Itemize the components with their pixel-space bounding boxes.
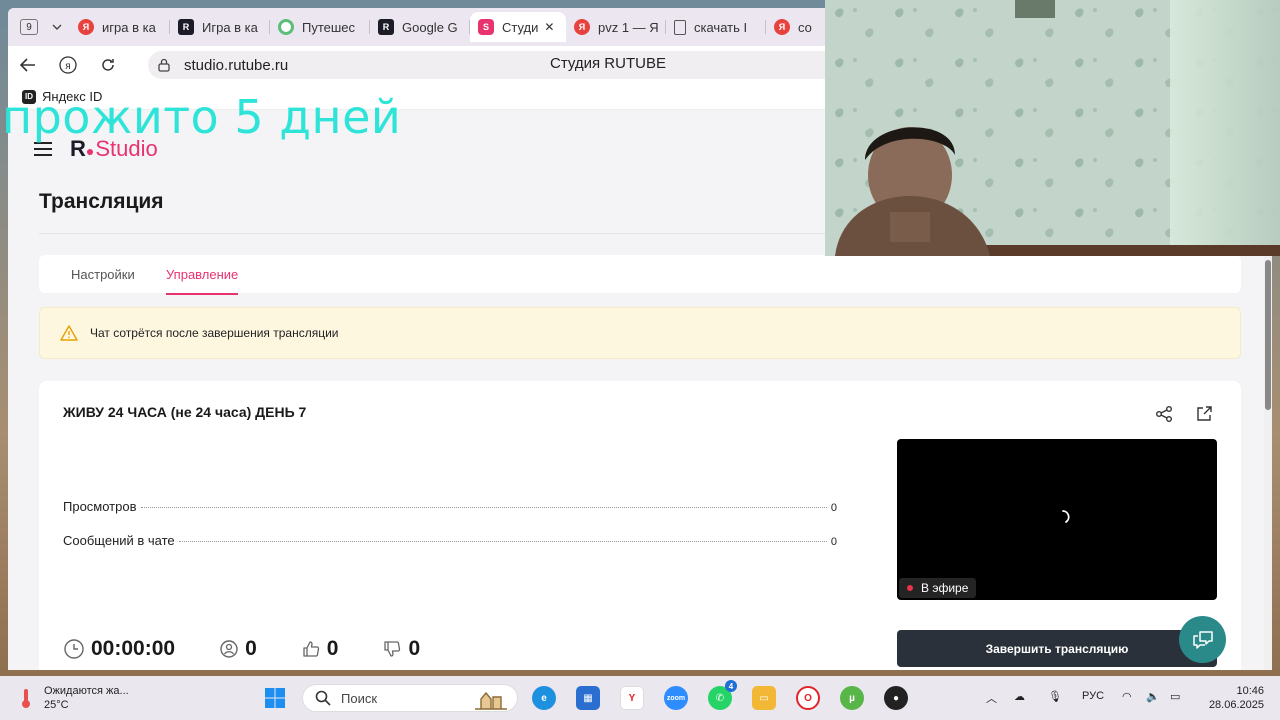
system-clock[interactable]: 10:46 28.06.2025: [1204, 684, 1264, 712]
windows-start-icon[interactable]: [264, 687, 286, 709]
url-text: studio.rutube.ru: [184, 56, 289, 74]
edge-app-icon[interactable]: e: [532, 686, 556, 710]
reload-icon: [102, 59, 114, 71]
clock-time: 10:46: [1236, 685, 1264, 697]
yandex-icon: Я: [774, 19, 790, 35]
yandex-browser-app-icon[interactable]: Y: [620, 686, 644, 710]
whatsapp-app-icon[interactable]: ✆ 4: [708, 680, 737, 710]
stat-views: Просмотров 0: [63, 499, 837, 514]
svg-text:я: я: [65, 61, 70, 72]
stream-card: ЖИВУ 24 ЧАСА (не 24 часа) ДЕНЬ 7 Просмот…: [39, 381, 1241, 670]
search-placeholder: Поиск: [341, 690, 378, 706]
video-player[interactable]: В эфире: [897, 439, 1217, 600]
notice-text: Чат сотрётся после завершения трансляции: [90, 326, 339, 340]
support-chat-button[interactable]: [1179, 616, 1226, 663]
chat-bubbles-icon: [1192, 630, 1213, 649]
live-badge: В эфире: [899, 578, 977, 598]
back-button[interactable]: [8, 46, 48, 84]
chat-notice: Чат сотрётся после завершения трансляции: [39, 307, 1241, 359]
tab-counter-button[interactable]: 9: [14, 15, 44, 39]
thumbs-down-icon: [384, 641, 401, 657]
notification-badge: 4: [725, 680, 737, 692]
opera-app-icon[interactable]: O: [796, 686, 820, 710]
arrow-left-icon: [20, 58, 35, 72]
tab-management[interactable]: Управление: [166, 267, 239, 295]
tab-count: 9: [20, 19, 38, 35]
browser-tab-3[interactable]: Путешес: [270, 12, 370, 42]
browser-tab-active[interactable]: S Студи ✕: [470, 12, 566, 42]
thermometer-icon: [22, 689, 30, 708]
browser-tab-4[interactable]: R Google G: [370, 12, 470, 42]
travel-icon: [278, 19, 294, 35]
menu-icon[interactable]: [34, 142, 52, 156]
stream-title: ЖИВУ 24 ЧАСА (не 24 часа) ДЕНЬ 7: [63, 404, 307, 420]
weather-temperature: 25°C: [44, 699, 69, 711]
share-icon[interactable]: [1155, 405, 1173, 423]
volume-icon[interactable]: 🔈: [1146, 690, 1160, 703]
loading-spinner-icon: [1062, 510, 1070, 523]
open-external-icon[interactable]: [1196, 405, 1213, 422]
rutube-icon: R: [178, 19, 194, 35]
stream-metrics: 00:00:00 0 0 0: [63, 637, 464, 661]
dislikes-count: 0: [382, 637, 420, 661]
wifi-icon[interactable]: ◠: [1122, 690, 1132, 703]
clock-date: 28.06.2025: [1208, 699, 1264, 711]
reload-button[interactable]: [88, 46, 128, 84]
tab-list-dropdown[interactable]: [44, 15, 70, 39]
stat-value: 0: [830, 502, 837, 514]
thumbs-up-icon: [303, 641, 319, 657]
close-tab-icon[interactable]: ✕: [544, 20, 554, 34]
webcam-feed-image: [825, 0, 1280, 256]
page-title-in-address: Студия RUTUBE: [550, 55, 666, 72]
battery-icon[interactable]: ▭: [1170, 690, 1180, 703]
rutube-icon: R: [378, 19, 394, 35]
browser-tab-2[interactable]: R Игра в ка: [170, 12, 270, 42]
likes-count: 0: [301, 637, 338, 661]
tray-app-icon[interactable]: ☁: [1014, 690, 1025, 703]
windows-taskbar: Ожидаются жа... 25°C Поиск e ▦ Y zoom ✆ 4…: [0, 676, 1280, 720]
document-icon: [674, 19, 686, 35]
page-title: Трансляция: [39, 190, 164, 213]
utorrent-app-icon[interactable]: µ: [840, 686, 864, 710]
tray-expand-icon[interactable]: ︿: [986, 690, 997, 706]
yandex-logo-icon: я: [59, 56, 77, 74]
obs-app-icon[interactable]: ●: [884, 686, 908, 710]
rutube-studio-icon: S: [478, 19, 494, 35]
weather-widget[interactable]: Ожидаются жа... 25°C: [18, 684, 129, 712]
stream-tabs: Настройки Управление: [39, 255, 1241, 295]
browser-tab-1[interactable]: Яигра в ка: [70, 12, 170, 42]
chevron-down-icon: [52, 24, 62, 30]
warning-icon: [60, 325, 78, 341]
stat-value: 0: [830, 536, 837, 548]
webcam-overlay: [825, 0, 1280, 256]
browser-tab-6[interactable]: Яpvz 1 — Я: [566, 12, 666, 42]
zoom-app-icon[interactable]: zoom: [664, 686, 688, 710]
clock-icon: [64, 639, 84, 659]
yandex-icon: Я: [78, 19, 94, 35]
end-stream-button[interactable]: Завершить трансляцию: [897, 630, 1217, 667]
search-icon: [315, 690, 331, 706]
live-dot-icon: [907, 585, 913, 591]
language-indicator[interactable]: РУС: [1082, 690, 1104, 702]
lock-icon: [158, 58, 170, 72]
stream-overlay-text: прожито 5 дней: [2, 90, 402, 144]
stat-label: Просмотров: [63, 499, 137, 514]
yandex-icon: Я: [574, 19, 590, 35]
store-app-icon[interactable]: ▦: [576, 686, 600, 710]
file-explorer-icon[interactable]: ▭: [752, 686, 776, 710]
yandex-home-button[interactable]: я: [48, 46, 88, 84]
taskbar-search[interactable]: Поиск: [302, 684, 518, 712]
viewer-icon: [220, 640, 238, 658]
tab-settings[interactable]: Настройки: [71, 267, 135, 282]
search-highlight-icon: [475, 691, 507, 710]
stat-chat-messages: Сообщений в чате 0: [63, 533, 837, 548]
viewers-count: 0: [219, 637, 257, 661]
weather-title: Ожидаются жа...: [44, 685, 129, 697]
stream-timer: 00:00:00: [63, 637, 175, 661]
stat-label: Сообщений в чате: [63, 533, 175, 548]
browser-tab-7[interactable]: скачать I: [666, 12, 766, 42]
microphone-icon[interactable]: 🎙: [1048, 690, 1062, 703]
